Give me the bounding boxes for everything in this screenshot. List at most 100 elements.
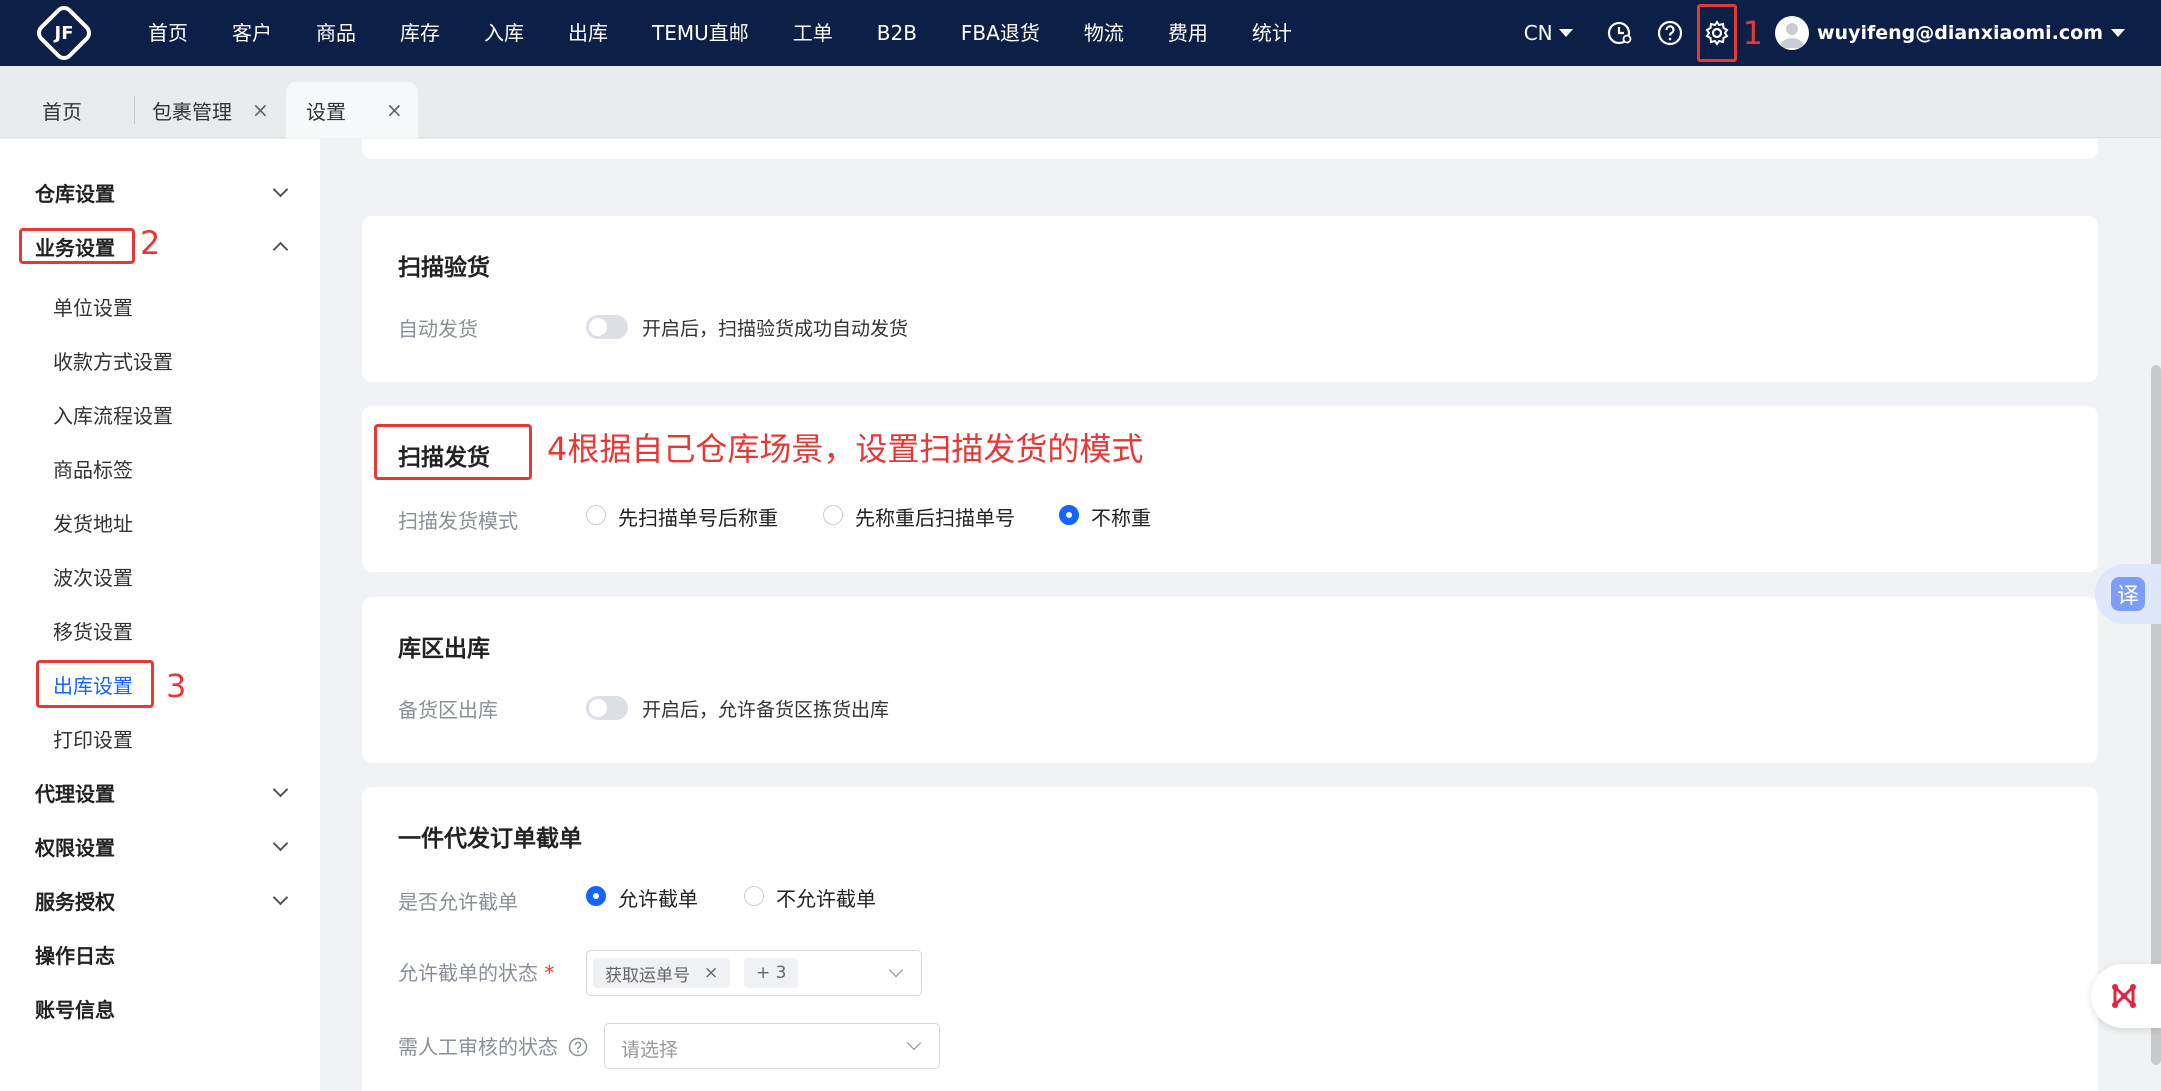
sidebar-item-label: 波次设置	[53, 565, 133, 590]
sidebar-item-label: 服务授权	[35, 889, 115, 914]
sidebar-item-inbound-flow[interactable]: 入库流程设置	[0, 394, 320, 434]
tab-package-management[interactable]: 包裹管理 ×	[152, 82, 269, 138]
radio-disallow-intercept[interactable]	[744, 886, 764, 906]
sidebar-item-account[interactable]: 账号信息	[0, 988, 320, 1028]
nav-item-products[interactable]: 商品	[294, 0, 378, 66]
toggle-desc: 开启后，允许备货区拣货出库	[642, 699, 890, 721]
clock-icon[interactable]	[1595, 0, 1645, 66]
settings-sidebar: 仓库设置 业务设置 单位设置 收款方式设置 入库流程设置 商品标签 发货地址 波…	[0, 139, 320, 1091]
logo-text: JF	[54, 22, 74, 44]
status-tag: 获取运单号 ×	[593, 958, 731, 988]
field-label: 扫描发货模式	[398, 509, 518, 533]
annotation-2: 2	[140, 224, 161, 262]
chevron-down-icon	[272, 835, 289, 852]
tab-settings[interactable]: 设置 ×	[286, 82, 418, 138]
gear-icon	[1705, 20, 1729, 46]
caret-down-icon	[1558, 29, 1573, 37]
section-title: 库区出库	[398, 636, 490, 662]
nav-item-inbound[interactable]: 入库	[462, 0, 546, 66]
close-icon[interactable]: ×	[704, 963, 718, 983]
nav-item-fba-return[interactable]: FBA退货	[939, 0, 1062, 66]
card-scan-ship: 扫描发货 4根据自己仓库场景，设置扫描发货的模式 扫描发货模式 先扫描单号后称重…	[362, 406, 2098, 572]
nav-item-logistics[interactable]: 物流	[1062, 0, 1146, 66]
sidebar-item-agent[interactable]: 代理设置	[0, 772, 320, 812]
tab-label: 设置	[306, 99, 346, 124]
sidebar-item-label: 打印设置	[53, 727, 133, 752]
user-menu[interactable]: wuyifeng@dianxiaomi.com	[1774, 16, 2125, 50]
intercept-status-select[interactable]: 获取运单号 × + 3	[586, 950, 922, 996]
help-icon[interactable]	[568, 1037, 588, 1057]
chevron-down-icon	[888, 962, 904, 978]
manual-review-select[interactable]: 请选择	[604, 1023, 940, 1069]
nav-item-temu[interactable]: TEMU直邮	[630, 0, 771, 66]
auto-ship-toggle[interactable]	[586, 315, 628, 339]
stock-zone-toggle[interactable]	[586, 696, 628, 720]
field-label: 允许截单的状态 *	[398, 957, 554, 986]
radio-label: 允许截单	[618, 887, 698, 911]
nav-item-customers[interactable]: 客户	[210, 0, 294, 66]
select-placeholder: 请选择	[621, 1039, 679, 1061]
annotation-box-scan-ship	[374, 424, 532, 480]
sidebar-item-product-label[interactable]: 商品标签	[0, 448, 320, 488]
close-icon[interactable]: ×	[386, 98, 403, 122]
sidebar-item-label: 操作日志	[35, 943, 115, 968]
nav-item-stats[interactable]: 统计	[1230, 0, 1314, 66]
sidebar-item-ship-address[interactable]: 发货地址	[0, 502, 320, 542]
radio-label: 不称重	[1091, 506, 1151, 530]
top-right-tools: CN 1 wuyifeng@dianxiaomi.com	[1524, 0, 2161, 66]
translate-icon: 译	[2111, 577, 2145, 611]
radio-scan-then-weigh[interactable]	[586, 505, 606, 525]
sidebar-item-label: 代理设置	[35, 781, 115, 806]
field-label: 需人工审核的状态	[398, 1031, 588, 1060]
sidebar-item-transfer[interactable]: 移货设置	[0, 610, 320, 650]
nav-item-b2b[interactable]: B2B	[855, 0, 939, 66]
top-navbar: JF 首页 客户 商品 库存 入库 出库 TEMU直邮 工单 B2B FBA退货…	[0, 0, 2161, 66]
sidebar-item-payment[interactable]: 收款方式设置	[0, 340, 320, 380]
sidebar-item-service[interactable]: 服务授权	[0, 880, 320, 920]
tab-label: 包裹管理	[152, 99, 232, 124]
sidebar-item-label: 入库流程设置	[53, 403, 173, 428]
annotation-4: 4根据自己仓库场景，设置扫描发货的模式	[547, 430, 1144, 468]
annotation-box-outbound	[36, 660, 154, 708]
language-switch[interactable]: CN	[1524, 21, 1573, 45]
language-label: CN	[1523, 21, 1553, 45]
radio-no-weigh[interactable]	[1059, 505, 1079, 525]
nav-item-inventory[interactable]: 库存	[378, 0, 462, 66]
sidebar-item-permission[interactable]: 权限设置	[0, 826, 320, 866]
nav-item-outbound[interactable]: 出库	[546, 0, 630, 66]
sidebar-item-label: 仓库设置	[35, 181, 115, 206]
card-order-intercept: 一件代发订单截单 是否允许截单 允许截单 不允许截单 允许截单的状态 * 获取运…	[362, 787, 2098, 1091]
required-mark: *	[544, 961, 555, 985]
settings-button[interactable]	[1696, 4, 1737, 62]
sidebar-item-oplog[interactable]: 操作日志	[0, 934, 320, 974]
nav-item-workorder[interactable]: 工单	[771, 0, 855, 66]
chevron-down-icon	[272, 781, 289, 798]
tab-label: 首页	[42, 99, 82, 124]
nav-item-fees[interactable]: 费用	[1146, 0, 1230, 66]
sidebar-item-warehouse[interactable]: 仓库设置	[0, 172, 320, 212]
nav-item-home[interactable]: 首页	[126, 0, 210, 66]
floating-assistant-button[interactable]	[2091, 964, 2161, 1028]
translate-button[interactable]: 译	[2095, 564, 2161, 624]
sidebar-item-label: 权限设置	[35, 835, 115, 860]
scrollbar[interactable]	[2151, 365, 2161, 1065]
network-icon	[2112, 984, 2136, 1008]
close-icon[interactable]: ×	[252, 98, 269, 122]
tab-home[interactable]: 首页	[42, 82, 82, 138]
sidebar-item-print[interactable]: 打印设置	[0, 718, 320, 758]
chevron-down-icon	[272, 181, 289, 198]
radio-allow-intercept[interactable]	[586, 886, 606, 906]
radio-label: 先称重后扫描单号	[855, 506, 1015, 530]
radio-label: 先扫描单号后称重	[618, 506, 778, 530]
radio-weigh-then-scan[interactable]	[823, 505, 843, 525]
sidebar-item-wave[interactable]: 波次设置	[0, 556, 320, 596]
user-email: wuyifeng@dianxiaomi.com	[1816, 22, 2103, 44]
tag-label: 获取运单号	[605, 965, 690, 986]
tab-divider	[134, 96, 135, 124]
app-logo[interactable]: JF	[32, 1, 96, 65]
help-icon[interactable]	[1645, 0, 1695, 66]
sidebar-item-unit[interactable]: 单位设置	[0, 286, 320, 326]
avatar	[1774, 16, 1809, 50]
settings-content: 扫描验货 自动发货 开启后，扫描验货成功自动发货 扫描发货 4根据自己仓库场景，…	[320, 139, 2161, 1091]
annotation-3: 3	[166, 667, 187, 705]
